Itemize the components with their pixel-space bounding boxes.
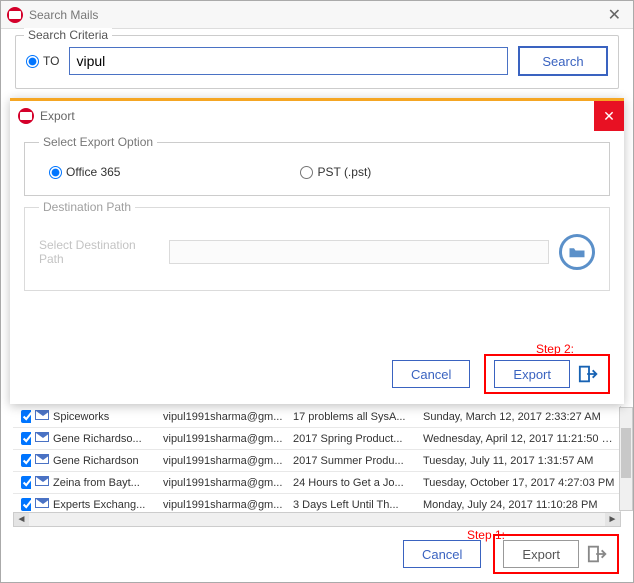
close-icon[interactable]: ✕ (602, 5, 627, 25)
pst-radio[interactable]: PST (.pst) (300, 165, 371, 179)
cell-to: vipul1991sharma@gm... (159, 406, 289, 428)
cell-to: vipul1991sharma@gm... (159, 450, 289, 472)
dialog-footer: Cancel Export (392, 354, 610, 394)
cell-from: Gene Richardson (49, 450, 159, 472)
search-input[interactable] (69, 47, 508, 75)
cell-subject: 3 Days Left Until Th... (289, 494, 419, 513)
dialog-close-icon[interactable]: ✕ (594, 101, 624, 131)
export-option-legend: Select Export Option (39, 135, 157, 149)
row-checkbox[interactable] (21, 454, 31, 467)
export-dialog: Export ✕ Select Export Option Office 365… (10, 98, 624, 404)
office365-radio-input[interactable] (49, 166, 62, 179)
cell-from: Spiceworks (49, 406, 159, 428)
to-radio[interactable]: TO (26, 54, 59, 68)
cell-from: Gene Richardso... (49, 428, 159, 450)
row-checkbox[interactable] (21, 410, 31, 423)
dialog-app-icon (18, 108, 34, 124)
dialog-cancel-button[interactable]: Cancel (392, 360, 470, 388)
cancel-button[interactable]: Cancel (403, 540, 481, 568)
criteria-legend: Search Criteria (24, 28, 112, 42)
browse-folder-icon[interactable] (559, 234, 595, 270)
window-title: Search Mails (29, 8, 98, 22)
mail-icon (35, 410, 49, 420)
cell-from: Zeina from Bayt... (49, 472, 159, 494)
table-row[interactable]: Experts Exchang...vipul1991sharma@gm...3… (13, 494, 620, 513)
cell-to: vipul1991sharma@gm... (159, 428, 289, 450)
to-radio-label: TO (43, 54, 59, 68)
scroll-right-icon[interactable]: ► (605, 513, 620, 526)
mail-icon (35, 476, 49, 486)
dialog-export-button[interactable]: Export (494, 360, 570, 388)
to-radio-input[interactable] (26, 55, 39, 68)
horizontal-scrollbar[interactable]: ◄ ► (13, 512, 621, 527)
cell-subject: 17 problems all SysA... (289, 406, 419, 428)
dialog-titlebar: Export ✕ (10, 101, 624, 131)
pst-label: PST (.pst) (317, 165, 371, 179)
search-criteria-group: Search Criteria TO Search (15, 35, 619, 89)
scroll-left-icon[interactable]: ◄ (14, 513, 29, 526)
cell-subject: 24 Hours to Get a Jo... (289, 472, 419, 494)
destination-legend: Destination Path (39, 200, 135, 214)
step2-highlight: Export (484, 354, 610, 394)
cell-subject: 2017 Summer Produ... (289, 450, 419, 472)
cell-date: Tuesday, October 17, 2017 4:27:03 PM (419, 472, 620, 494)
office365-label: Office 365 (66, 165, 120, 179)
row-checkbox[interactable] (21, 432, 31, 445)
mail-icon (35, 432, 49, 442)
table-row[interactable]: Gene Richardso...vipul1991sharma@gm...20… (13, 428, 620, 450)
export-button[interactable]: Export (503, 540, 579, 568)
vertical-scrollbar[interactable] (619, 407, 633, 511)
titlebar: Search Mails ✕ (1, 1, 633, 29)
pst-radio-input[interactable] (300, 166, 313, 179)
destination-input[interactable] (169, 240, 549, 264)
export-option-group: Select Export Option Office 365 PST (.ps… (24, 135, 610, 196)
export-icon (587, 543, 609, 565)
cell-subject: 2017 Spring Product... (289, 428, 419, 450)
row-checkbox[interactable] (21, 498, 31, 511)
step1-highlight: Export (493, 534, 619, 574)
dialog-export-icon (578, 363, 600, 385)
destination-label: Select Destination Path (39, 238, 159, 266)
results-grid: Spiceworksvipul1991sharma@gm...17 proble… (13, 406, 621, 512)
cell-to: vipul1991sharma@gm... (159, 472, 289, 494)
cell-date: Sunday, March 12, 2017 2:33:27 AM (419, 406, 620, 428)
mail-icon (35, 454, 49, 464)
app-icon (7, 7, 23, 23)
table-row[interactable]: Zeina from Bayt...vipul1991sharma@gm...2… (13, 472, 620, 494)
footer: Cancel Export (1, 534, 633, 574)
row-checkbox[interactable] (21, 476, 31, 489)
table-row[interactable]: Spiceworksvipul1991sharma@gm...17 proble… (13, 406, 620, 428)
cell-to: vipul1991sharma@gm... (159, 494, 289, 513)
cell-date: Monday, July 24, 2017 11:10:28 PM (419, 494, 620, 513)
search-button[interactable]: Search (518, 46, 608, 76)
destination-path-group: Destination Path Select Destination Path (24, 200, 610, 291)
mail-icon (35, 498, 49, 508)
dialog-title: Export (40, 109, 75, 123)
cell-date: Tuesday, July 11, 2017 1:31:57 AM (419, 450, 620, 472)
table-row[interactable]: Gene Richardsonvipul1991sharma@gm...2017… (13, 450, 620, 472)
cell-date: Wednesday, April 12, 2017 11:21:50 PM (419, 428, 620, 450)
office365-radio[interactable]: Office 365 (49, 165, 120, 179)
cell-from: Experts Exchang... (49, 494, 159, 513)
